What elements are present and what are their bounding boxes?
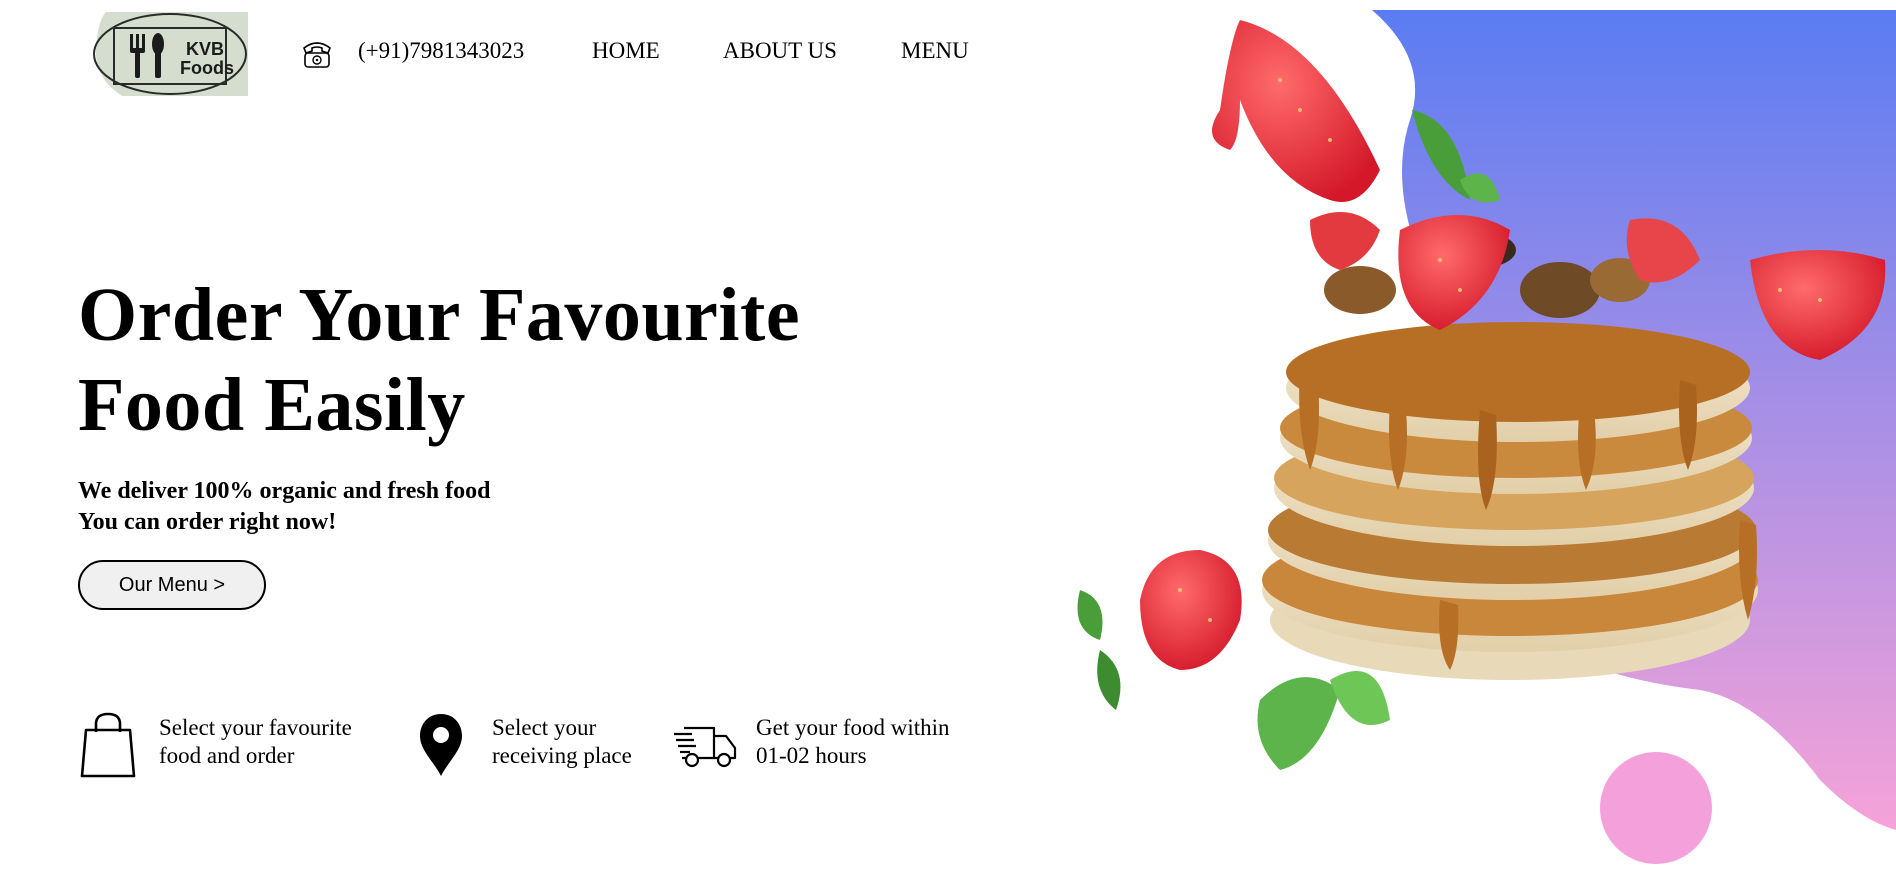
mint-leaf	[1097, 650, 1121, 710]
brand-logo[interactable]: KVB Foods	[92, 8, 248, 96]
hero-title-line1: Order Your Favourite	[78, 273, 801, 357]
phone-number: (+91)7981343023	[358, 38, 525, 63]
hero-subtitle: We deliver 100% organic and fresh food Y…	[78, 476, 490, 538]
telephone-icon	[303, 42, 331, 68]
nav-home[interactable]: HOME	[592, 38, 660, 64]
feature-text-delivery-time: Get your food within 01-02 hours	[756, 714, 996, 770]
nav-about-us[interactable]: ABOUT US	[723, 38, 837, 64]
delivery-truck-icon	[674, 726, 737, 768]
hero-image	[1077, 10, 1896, 864]
strawberry	[1310, 212, 1380, 270]
feature-1-line2: food and order	[159, 743, 295, 768]
hero-title: Order Your Favourite Food Easily	[78, 270, 898, 450]
logo-text-line1: KVB	[186, 39, 224, 59]
nav-menu[interactable]: MENU	[901, 38, 969, 64]
mint-leaf	[1257, 677, 1340, 770]
feature-text-select-food: Select your favourite food and order	[159, 714, 409, 770]
pink-circle	[1600, 752, 1712, 864]
feature-3-line2: 01-02 hours	[756, 743, 867, 768]
mint-leaf	[1330, 671, 1390, 725]
our-menu-button[interactable]: Our Menu >	[78, 560, 266, 610]
shopping-bag-icon	[80, 712, 136, 778]
hero-title-line2: Food Easily	[78, 363, 466, 447]
feature-2-line2: receiving place	[492, 743, 632, 768]
strawberry	[1140, 550, 1242, 670]
feature-1-line1: Select your favourite	[159, 715, 352, 740]
feature-2-line1: Select your	[492, 715, 597, 740]
hero-subtitle-line2: You can order right now!	[78, 509, 337, 535]
mint-leaf	[1077, 590, 1103, 640]
hero-subtitle-line1: We deliver 100% organic and fresh food	[78, 478, 491, 504]
feature-3-line1: Get your food within	[756, 715, 950, 740]
feature-text-receiving-place: Select your receiving place	[492, 714, 672, 770]
logo-text-line2: Foods	[180, 58, 234, 78]
location-pin-icon	[420, 714, 462, 776]
strawberry	[1212, 20, 1380, 202]
